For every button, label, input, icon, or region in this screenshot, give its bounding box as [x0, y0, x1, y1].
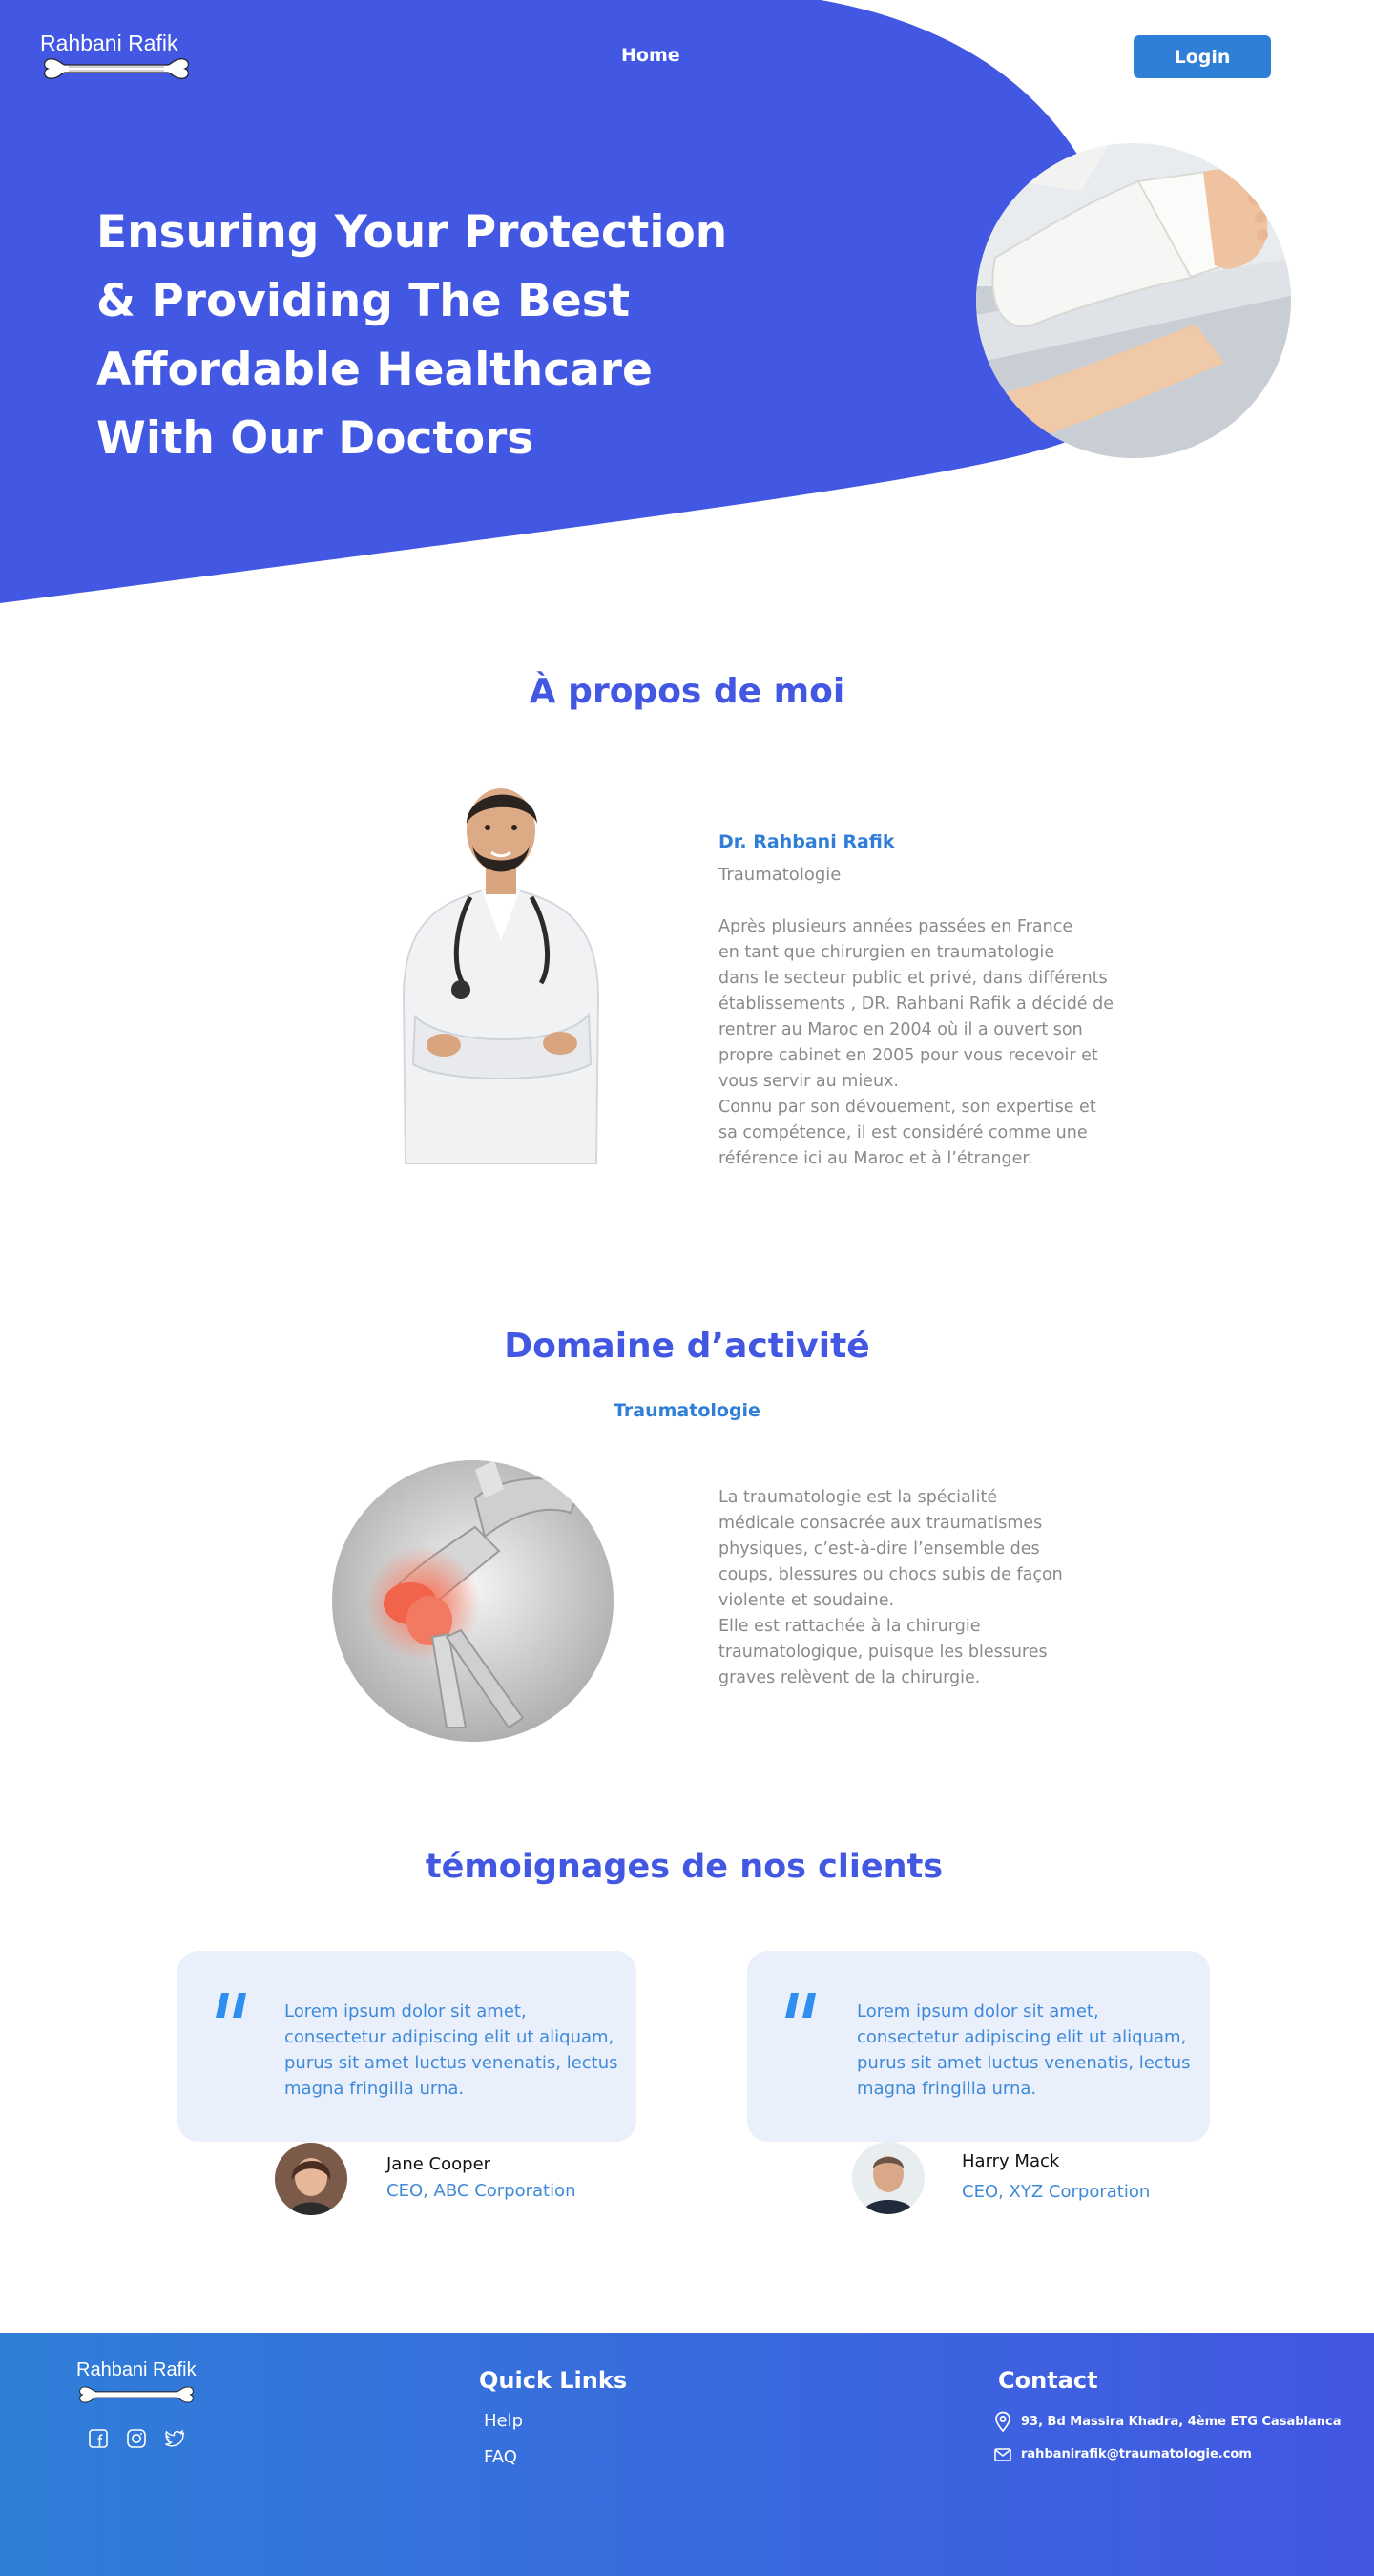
- about-section-title: À propos de moi: [529, 672, 845, 711]
- footer-link-help[interactable]: Help: [484, 2411, 523, 2431]
- testimonial-author-role: CEO, XYZ Corporation: [962, 2182, 1151, 2202]
- doctor-bio: Après plusieurs années passées en France…: [718, 917, 1114, 1168]
- social-links: [88, 2428, 185, 2449]
- hero-image-cast-leg: [976, 143, 1291, 458]
- footer-logo[interactable]: Rahbani Rafik: [76, 2359, 200, 2409]
- footer: Rahbani Rafik Quick Links Help FAQ Conta…: [0, 2333, 1374, 2576]
- testimonial-card: Lorem ipsum dolor sit amet, consectetur …: [747, 1951, 1210, 2142]
- hero-title: Ensuring Your Protection & Providing The…: [96, 199, 764, 473]
- quote-icon: [785, 1993, 816, 2018]
- domain-subtitle: Traumatologie: [614, 1400, 760, 1421]
- mail-icon: [994, 2447, 1011, 2461]
- facebook-icon[interactable]: [88, 2428, 109, 2449]
- testimonial-author-name: Harry Mack: [962, 2151, 1060, 2171]
- twitter-icon[interactable]: [164, 2428, 185, 2449]
- doctor-specialty: Traumatologie: [718, 865, 842, 885]
- contact-address-text: 93, Bd Massira Khadra, 4ème ETG Casablan…: [1021, 2414, 1342, 2429]
- footer-link-faq[interactable]: FAQ: [484, 2447, 517, 2467]
- contact-heading: Contact: [998, 2367, 1098, 2394]
- login-button[interactable]: Login: [1134, 35, 1271, 78]
- testimonial-quote: Lorem ipsum dolor sit amet, consectetur …: [857, 2001, 1191, 2099]
- knee-image: [332, 1460, 614, 1742]
- testimonial-author-role: CEO, ABC Corporation: [386, 2181, 576, 2201]
- contact-email[interactable]: rahbanirafik@traumatologie.com: [994, 2447, 1252, 2461]
- testimonials-section-title: témoignages de nos clients: [425, 1848, 944, 1886]
- instagram-icon[interactable]: [126, 2428, 147, 2449]
- hero-title-line: Ensuring Your Protection: [96, 206, 728, 259]
- testimonial-author-name: Jane Cooper: [386, 2154, 491, 2174]
- contact-address: 93, Bd Massira Khadra, 4ème ETG Casablan…: [994, 2411, 1342, 2432]
- hero-title-line: & Providing The Best: [96, 275, 631, 327]
- bone-icon: [79, 2386, 194, 2403]
- testimonial-card: Lorem ipsum dolor sit amet, consectetur …: [177, 1951, 636, 2142]
- hero-title-line: Affordable Healthcare: [96, 344, 653, 396]
- location-pin-icon: [995, 2411, 1010, 2432]
- hero-title-line: With Our Doctors: [96, 412, 534, 465]
- brand-logo-text: Rahbani Rafik: [40, 31, 178, 55]
- brand-logo[interactable]: Rahbani Rafik: [40, 31, 198, 86]
- domain-description: La traumatologie est la spécialité médic…: [718, 1488, 1063, 1687]
- doctor-photo: [386, 778, 615, 1165]
- quick-links-heading: Quick Links: [479, 2367, 628, 2394]
- doctor-name: Dr. Rahbani Rafik: [718, 831, 895, 852]
- nav-home-link[interactable]: Home: [621, 45, 680, 66]
- avatar: [275, 2143, 347, 2215]
- avatar: [852, 2142, 925, 2214]
- contact-email-text: rahbanirafik@traumatologie.com: [1021, 2447, 1252, 2461]
- quote-icon: [216, 1993, 246, 2018]
- footer-logo-text: Rahbani Rafik: [76, 2359, 197, 2380]
- domain-section-title: Domaine d’activité: [504, 1327, 870, 1366]
- bone-icon: [44, 58, 189, 79]
- testimonial-quote: Lorem ipsum dolor sit amet, consectetur …: [284, 2001, 618, 2099]
